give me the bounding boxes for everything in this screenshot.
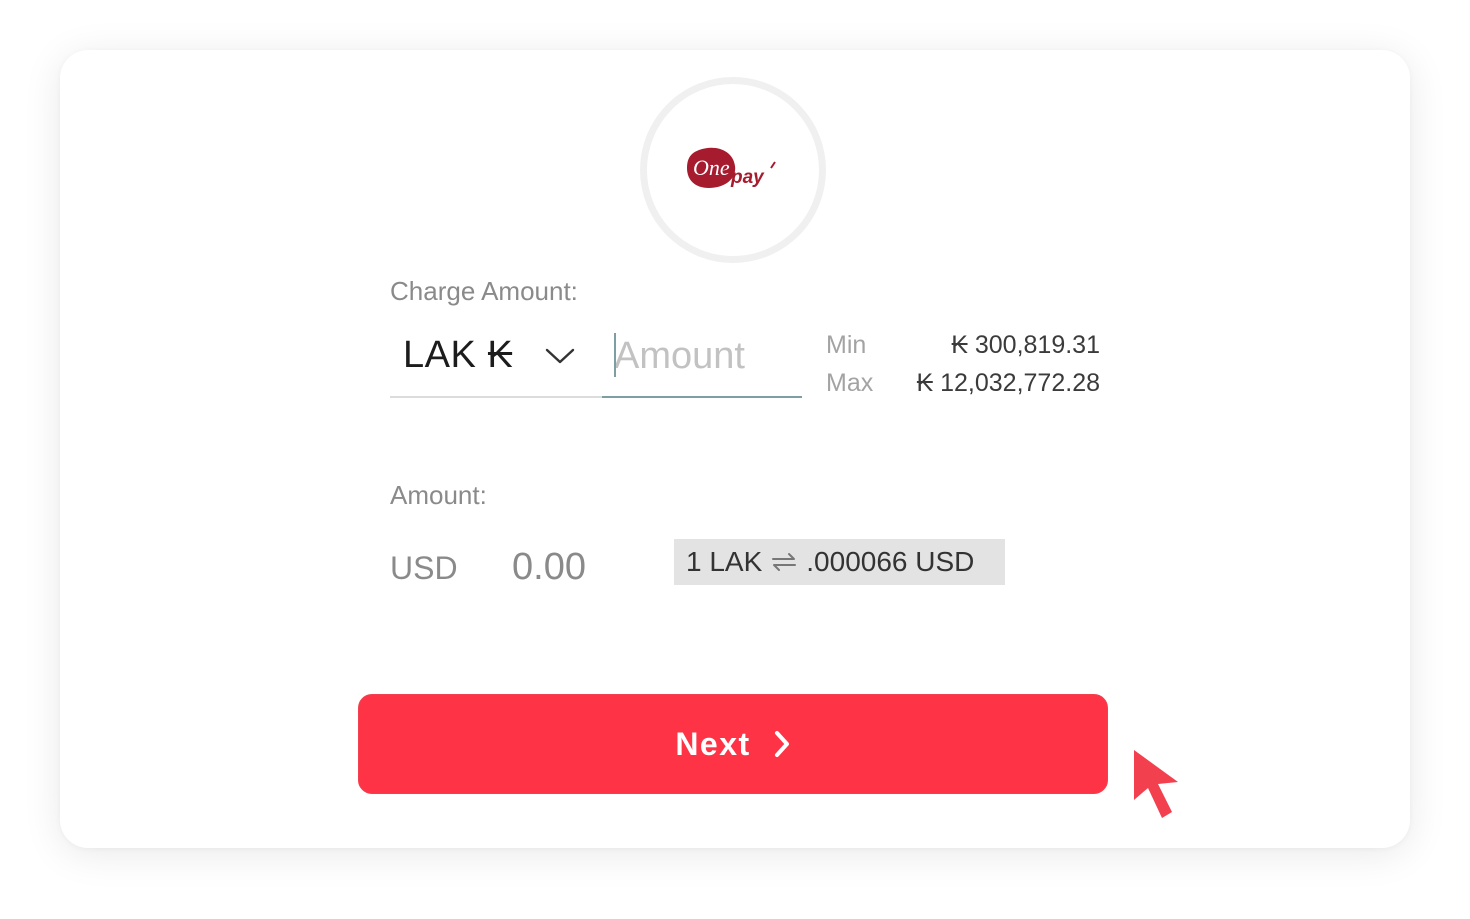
page: One pay Charge Amount: LAK ₭ Min ₭ 300,8…: [0, 0, 1470, 919]
converted-amount-value: 0.00: [512, 546, 586, 588]
currency-selected-value: LAK ₭: [403, 334, 514, 376]
next-button-label: Next: [675, 725, 751, 762]
svg-text:pay: pay: [730, 167, 765, 188]
mouse-pointer-icon: [1134, 750, 1178, 818]
rate-source: 1 LAK: [686, 546, 763, 577]
chevron-down-icon: [545, 348, 575, 364]
min-label: Min: [826, 331, 867, 359]
amount-input-wrapper: [602, 322, 802, 398]
max-label: Max: [826, 369, 874, 397]
onepay-logo-icon: One pay: [687, 147, 776, 188]
min-value: ₭ 300,819.31: [951, 331, 1100, 359]
text-caret: [614, 333, 616, 377]
exchange-rate-badge: 1 LAK .000066 USD: [674, 539, 1005, 585]
rate-target: .000066 USD: [806, 546, 975, 577]
chevron-right-icon: [774, 731, 789, 757]
swap-arrows-icon: [772, 553, 797, 571]
max-value: ₭ 12,032,772.28: [916, 369, 1101, 397]
converted-currency-code: USD: [390, 550, 458, 586]
amount-input[interactable]: [614, 328, 794, 384]
charge-amount-label: Charge Amount:: [390, 276, 578, 306]
svg-text:One: One: [693, 155, 730, 180]
next-button[interactable]: Next: [358, 694, 1108, 794]
onepay-logo: One pay: [640, 77, 826, 263]
converted-amount-label: Amount:: [390, 480, 487, 510]
currency-select[interactable]: LAK ₭: [390, 322, 602, 398]
